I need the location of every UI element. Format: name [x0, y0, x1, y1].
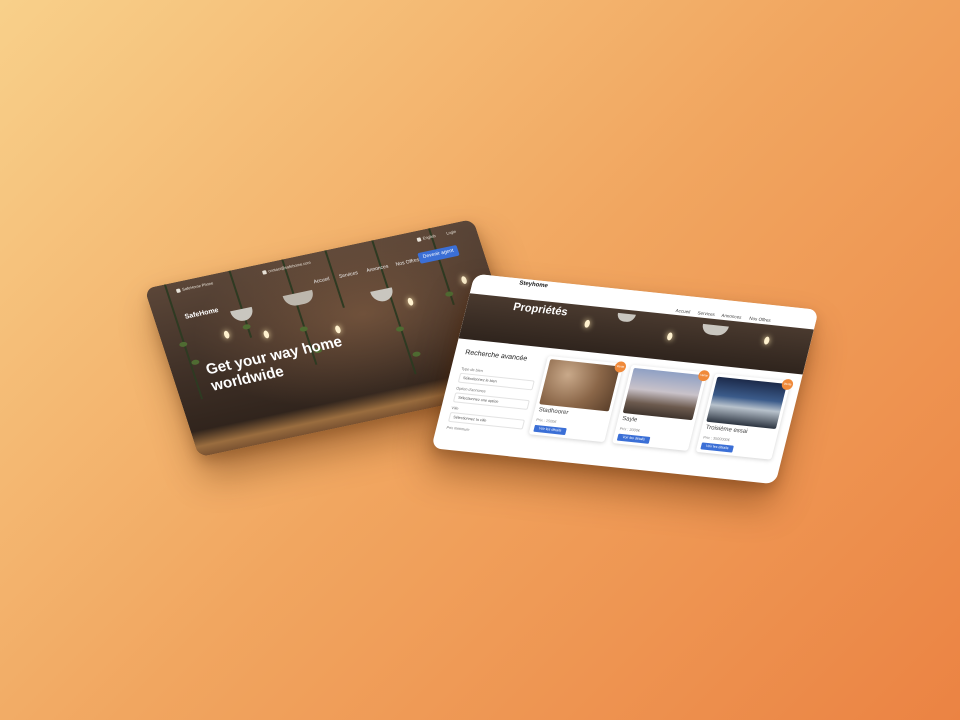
nav-accueil[interactable]: Accueil [313, 276, 331, 285]
login-link[interactable]: Login [446, 229, 457, 236]
status-badge: Vente [613, 360, 628, 373]
status-badge: Vente [780, 378, 795, 391]
steyhome-properties-screenshot: Steyhome Accueil Services Annonces Nos O… [431, 273, 819, 485]
property-price: Prix : 1500€ [535, 417, 557, 425]
phone-contact: SafeHome Phone [175, 280, 214, 293]
property-card[interactable]: Vente Sayle Prix : 2000€ Voir les détail… [612, 364, 711, 451]
min-price-label: Prix minimum [446, 425, 470, 432]
property-title: Sayle [621, 415, 638, 424]
lamp-decoration [616, 312, 636, 323]
nav-accueil[interactable]: Accueil [675, 308, 691, 314]
nav-annonces[interactable]: Annonces [721, 313, 742, 320]
property-card[interactable]: Vente Troisième essai Prix : 3500000€ Vo… [695, 373, 795, 460]
nav-services[interactable]: Services [338, 270, 359, 280]
language-switch[interactable]: English [416, 233, 436, 242]
property-type-label: Type de bien [460, 366, 484, 374]
lamp-decoration [700, 323, 729, 337]
mail-icon [261, 270, 268, 275]
statue-sky-image [622, 367, 704, 421]
property-price: Prix : 2000€ [619, 426, 641, 433]
nav-services[interactable]: Services [697, 310, 715, 317]
page-title: Propriétés [511, 301, 569, 319]
status-badge: Vente [697, 369, 711, 382]
safehome-logo[interactable]: SafeHome [184, 307, 220, 321]
beach-sand-image [539, 359, 620, 412]
bulb-decoration [666, 332, 674, 341]
modern-house-image [706, 376, 788, 430]
nav-annonces[interactable]: Annonces [366, 264, 390, 274]
property-title: Troisième essai [704, 424, 749, 436]
steyhome-logo[interactable]: Steyhome [518, 280, 548, 289]
email-contact[interactable]: contact@safehome.com [261, 260, 311, 275]
city-label: Ville [450, 406, 459, 411]
view-details-button[interactable]: Voir les détails [700, 442, 734, 453]
bulb-decoration [763, 336, 771, 345]
nav-offres[interactable]: Nos Offres [749, 316, 772, 323]
phone-icon [175, 288, 181, 293]
nav-offres[interactable]: Nos Offres [395, 257, 420, 268]
view-details-button[interactable]: Voir les détails [533, 424, 567, 436]
property-price: Prix : 3500000€ [702, 435, 731, 443]
bulb-decoration [583, 319, 591, 328]
globe-icon [416, 237, 422, 242]
property-card[interactable]: Vente Stadhoorer Prix : 1500€ Voir les d… [528, 355, 628, 443]
hero-title: Get your way home worldwide [203, 333, 345, 395]
advanced-search-title: Recherche avancée [464, 349, 528, 363]
property-title: Stadhoorer [537, 407, 569, 417]
listing-option-select[interactable]: Sélectionnez une option [452, 392, 530, 410]
view-details-button[interactable]: Voir les détails [616, 433, 651, 444]
